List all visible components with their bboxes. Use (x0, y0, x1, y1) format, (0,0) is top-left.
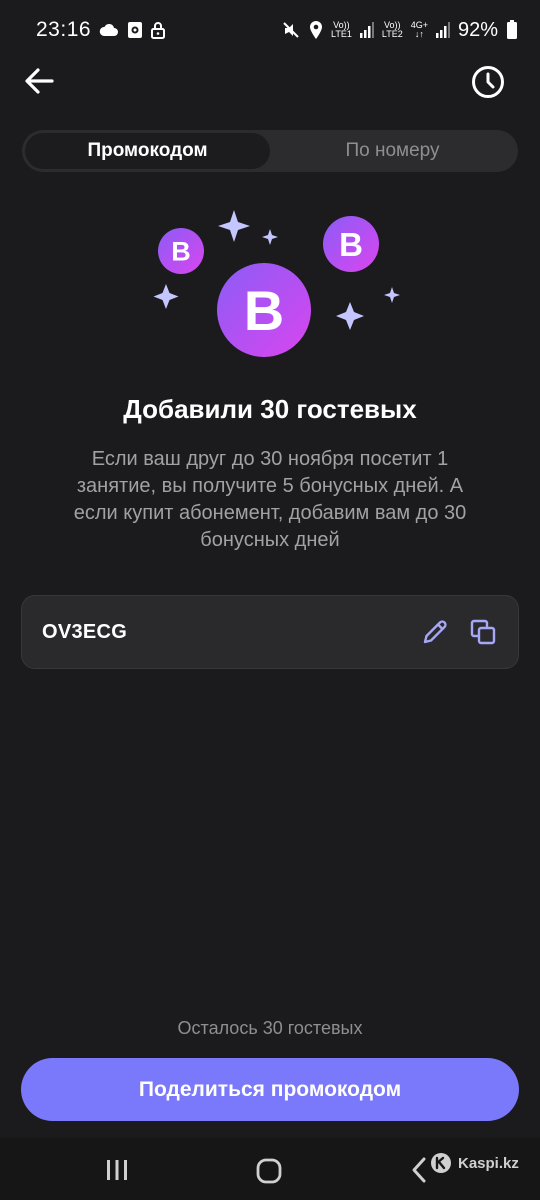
back-button[interactable] (22, 64, 56, 98)
status-bar: 23:16 Vo)) LTE1 Vo)) LTE2 4G+ ↓↑ 92% (0, 0, 540, 60)
lte2-label: LTE2 (381, 29, 403, 39)
badge-small-left: B (158, 228, 204, 274)
chevron-left-icon (412, 1157, 426, 1183)
promo-field-actions (420, 617, 498, 647)
data-arrows-icon: ↓↑ (414, 29, 424, 39)
signal-icon (359, 22, 374, 38)
copy-icon (470, 619, 496, 645)
home-icon (256, 1158, 282, 1184)
copy-button[interactable] (468, 617, 498, 647)
mute-icon (281, 20, 301, 40)
watermark-text: Kaspi.kz (458, 1154, 519, 1172)
location-icon (309, 20, 323, 40)
lock-icon (151, 21, 166, 39)
sim2-indicator: Vo)) LTE2 (382, 21, 403, 39)
watermark: Kaspi.kz (430, 1152, 519, 1174)
share-promocode-button[interactable]: Поделиться промокодом (21, 1058, 519, 1121)
segmented-control: Промокодом По номеру (22, 130, 518, 172)
status-right: Vo)) LTE1 Vo)) LTE2 4G+ ↓↑ 92% (281, 19, 518, 42)
clock-icon (472, 66, 504, 98)
badge-letter-large: B (244, 279, 284, 342)
tab-by-number[interactable]: По номеру (270, 133, 515, 169)
lte1-label: LTE1 (331, 29, 352, 39)
remaining-guests: Осталось 30 гостевых (177, 1018, 363, 1038)
system-back-button[interactable] (410, 1156, 428, 1189)
recents-button[interactable] (104, 1158, 130, 1187)
bonus-illustration: B B B (140, 200, 410, 370)
recents-icon (107, 1160, 127, 1180)
status-time: 23:16 (36, 18, 92, 41)
home-button[interactable] (256, 1158, 282, 1189)
edit-button[interactable] (420, 617, 450, 647)
badge-letter-small: B (171, 237, 191, 267)
battery-icon (506, 20, 518, 40)
kaspi-logo-icon (431, 1153, 451, 1173)
sim1-indicator: Vo)) LTE1 (331, 21, 352, 39)
battery-percent: 92% (457, 18, 498, 41)
camera-icon (127, 21, 143, 39)
headline: Добавили 30 гостевых (123, 394, 417, 424)
status-left: 23:16 (36, 18, 166, 42)
badge-medium-right: B (323, 216, 379, 272)
arrow-left-icon (25, 68, 54, 94)
network-indicator: 4G+ ↓↑ (411, 21, 428, 39)
system-navigation-bar: Kaspi.kz (0, 1138, 540, 1200)
promo-code-field[interactable]: OV3ECG (21, 595, 519, 669)
badge-large-center: B (217, 263, 311, 357)
description: Если ваш друг до 30 ноября посетит 1 зан… (73, 448, 467, 551)
cloud-icon (99, 23, 119, 37)
badge-letter-medium: B (339, 226, 363, 263)
tab-promocode[interactable]: Промокодом (25, 133, 270, 169)
promo-code-value[interactable]: OV3ECG (42, 621, 420, 644)
top-navigation (0, 58, 540, 106)
pencil-icon (423, 620, 447, 644)
signal-icon-2 (435, 22, 450, 38)
history-button[interactable] (470, 64, 506, 100)
